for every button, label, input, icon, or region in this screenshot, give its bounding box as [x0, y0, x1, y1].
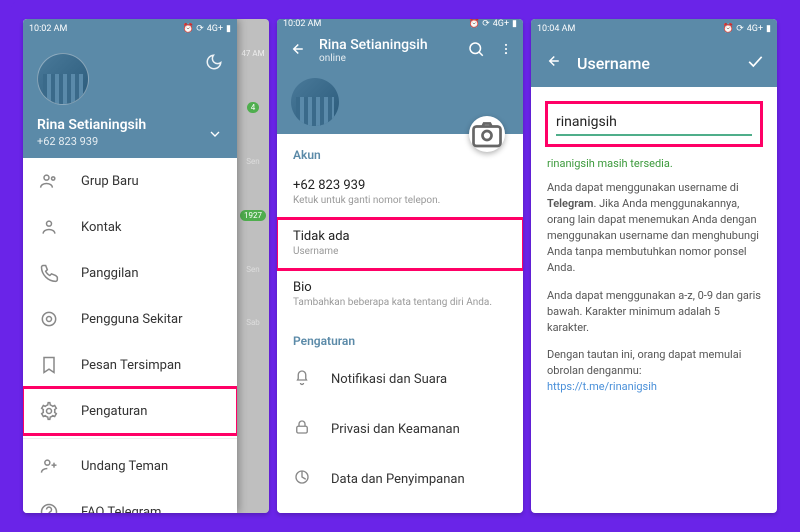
tutorial-frame: 47 AM 4 Sen 1927 Sen Sab 10:02 AM ⏰ ⟳4G+…: [11, 1, 789, 531]
phone-username: 10:04 AM ⏰ ⟳4G+▮ Username rinanigsih mas…: [531, 19, 777, 513]
menu-label: Panggilan: [81, 266, 139, 281]
menu-label: Kontak: [81, 220, 122, 235]
settings-label: Notifikasi dan Suara: [331, 372, 447, 387]
avatar[interactable]: [37, 53, 89, 105]
bio-row[interactable]: Bio Tambahkan beberapa kata tentang diri…: [277, 270, 523, 320]
phone-drawer: 47 AM 4 Sen 1927 Sen Sab 10:02 AM ⏰ ⟳4G+…: [23, 19, 269, 513]
avatar[interactable]: [291, 78, 339, 126]
lock-icon: [293, 418, 311, 440]
chevron-down-icon[interactable]: [207, 126, 223, 146]
change-photo-button[interactable]: [469, 116, 505, 152]
settings-data[interactable]: Data dan Penyimpanan: [277, 454, 523, 504]
profile-status: online: [319, 53, 453, 64]
username-sub: Username: [293, 246, 507, 257]
username-toolbar: Username: [531, 39, 777, 87]
phone-profile: 10:02 AM ⏰ ⟳4G+▮ Rina Setianingsih onlin…: [277, 19, 523, 513]
day-label: Sen: [246, 265, 259, 274]
nearby-icon: [39, 309, 59, 329]
day-label: Sab: [246, 318, 260, 327]
menu-label: Undang Teman: [81, 459, 168, 474]
settings-section: Pengaturan Notifikasi dan Suara Privasi …: [277, 320, 523, 513]
peek-time: 47 AM: [241, 49, 264, 58]
menu-label: Pengaturan: [81, 404, 147, 419]
settings-label: Privasi dan Keamanan: [331, 422, 460, 437]
clock: 10:02 AM: [29, 24, 67, 34]
contact-icon: [39, 217, 59, 237]
settings-notifications[interactable]: Notifikasi dan Suara: [277, 354, 523, 404]
clock: 10:02 AM: [283, 19, 321, 29]
search-icon[interactable]: [467, 40, 485, 62]
menu-new-group[interactable]: Grup Baru: [23, 158, 237, 204]
menu-label: FAQ Telegram: [81, 505, 161, 514]
account-name: Rina Setianingsih: [37, 117, 223, 133]
phone-value: +62 823 939: [293, 178, 507, 193]
bookmark-icon: [39, 355, 59, 375]
invite-icon: [39, 456, 59, 476]
profile-name: Rina Setianingsih: [319, 37, 453, 53]
confirm-icon[interactable]: [745, 51, 765, 75]
back-icon[interactable]: [287, 40, 305, 62]
phone-icon: [39, 263, 59, 283]
unread-badge: 4: [247, 102, 260, 113]
menu-invite[interactable]: Undang Teman: [23, 443, 237, 489]
data-icon: [293, 468, 311, 490]
drawer-menu: Grup Baru Kontak Panggilan Pengguna Seki…: [23, 158, 237, 513]
status-icons: ⏰ ⟳4G+▮: [469, 19, 517, 29]
help-text-1: Anda dapat menggunakan username di Teleg…: [547, 180, 761, 276]
settings-label: Data dan Penyimpanan: [331, 472, 465, 487]
chats-behind: 47 AM 4 Sen 1927 Sen Sab: [237, 19, 269, 513]
page-title: Username: [577, 54, 729, 73]
nav-drawer: 10:02 AM ⏰ ⟳4G+▮ Rina Setianingsih +62 8…: [23, 19, 237, 513]
help-text-3: Dengan tautan ini, orang dapat memulai o…: [547, 347, 761, 395]
bio-sub: Tambahkan beberapa kata tentang diri And…: [293, 297, 507, 308]
clock: 10:04 AM: [537, 24, 575, 34]
username-row[interactable]: Tidak ada Username: [277, 219, 523, 269]
bio-title: Bio: [293, 280, 507, 295]
profile-header-block: Rina Setianingsih online: [277, 29, 523, 134]
bell-icon: [293, 368, 311, 390]
section-title-settings: Pengaturan: [277, 320, 523, 354]
availability-message: rinanigsih masih tersedia.: [547, 157, 761, 170]
status-icons: ⏰ ⟳4G+▮: [183, 24, 231, 34]
menu-label: Pengguna Sekitar: [81, 312, 183, 327]
menu-nearby[interactable]: Pengguna Sekitar: [23, 296, 237, 342]
status-bar: 10:02 AM ⏰ ⟳4G+▮: [277, 19, 523, 29]
username-value: Tidak ada: [293, 229, 507, 244]
group-icon: [39, 171, 59, 191]
menu-saved[interactable]: Pesan Tersimpan: [23, 342, 237, 388]
gear-icon: [39, 401, 59, 421]
back-icon[interactable]: [543, 52, 561, 74]
menu-faq[interactable]: FAQ Telegram: [23, 489, 237, 513]
username-input-wrap: [545, 101, 763, 147]
status-icons: ⏰ ⟳4G+▮: [723, 24, 771, 34]
settings-privacy[interactable]: Privasi dan Keamanan: [277, 404, 523, 454]
night-mode-icon[interactable]: [205, 53, 223, 75]
username-input[interactable]: [556, 110, 752, 136]
menu-contacts[interactable]: Kontak: [23, 204, 237, 250]
status-bar: 10:02 AM ⏰ ⟳4G+▮: [23, 19, 237, 39]
menu-calls[interactable]: Panggilan: [23, 250, 237, 296]
profile-title: Rina Setianingsih online: [319, 37, 453, 64]
account-section: Akun +62 823 939 Ketuk untuk ganti nomor…: [277, 134, 523, 320]
phone-row[interactable]: +62 823 939 Ketuk untuk ganti nomor tele…: [277, 168, 523, 218]
unread-badge: 1927: [240, 210, 266, 221]
menu-label: Pesan Tersimpan: [81, 358, 181, 373]
settings-chat[interactable]: Pengaturan Obrolan: [277, 504, 523, 513]
menu-settings[interactable]: Pengaturan: [23, 388, 237, 434]
divider: [23, 438, 237, 439]
share-link[interactable]: https://t.me/rinanigsih: [547, 380, 657, 393]
phone-sub: Ketuk untuk ganti nomor telepon.: [293, 195, 507, 206]
help-icon: [39, 502, 59, 513]
day-label: Sen: [246, 157, 259, 166]
status-bar: 10:04 AM ⏰ ⟳4G+▮: [531, 19, 777, 39]
more-icon[interactable]: [499, 41, 513, 60]
menu-label: Grup Baru: [81, 174, 139, 189]
account-phone: +62 823 939: [37, 135, 223, 148]
help-text-2: Anda dapat menggunakan a-z, 0-9 dan gari…: [547, 288, 761, 336]
drawer-header: Rina Setianingsih +62 823 939: [23, 39, 237, 158]
